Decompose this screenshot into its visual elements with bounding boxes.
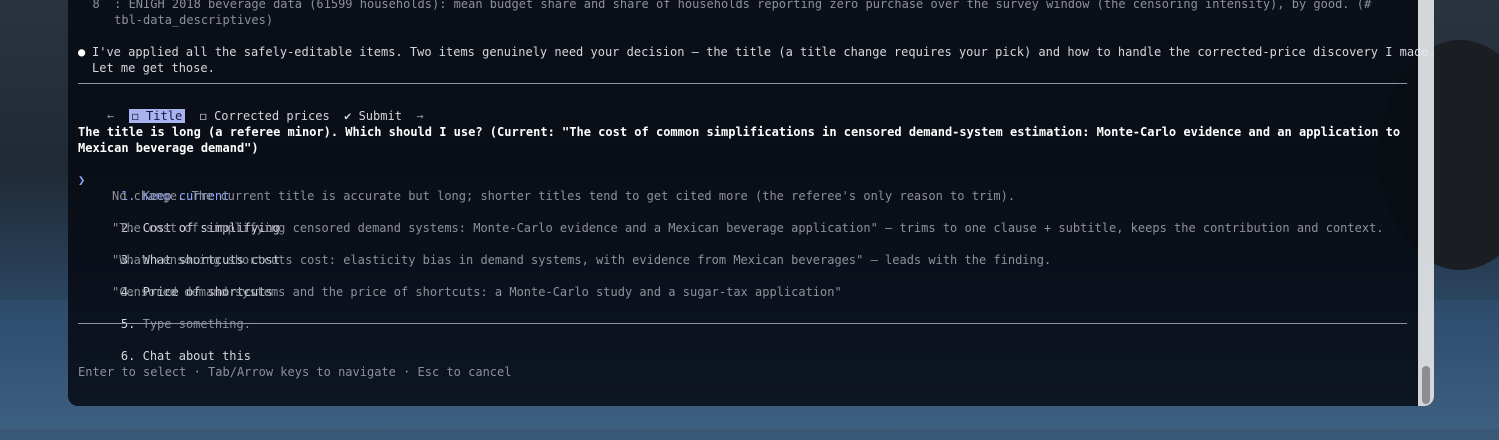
selection-cursor-icon: ❯ (78, 173, 86, 187)
option-title: Chat about this (142, 349, 251, 363)
option-number: 6. (120, 349, 136, 363)
separator-top (78, 83, 1407, 84)
tab-next-arrow-icon[interactable]: → (416, 109, 423, 123)
question-line1: The title is long (a referee minor). Whi… (78, 125, 1401, 139)
message-bullet: ● (78, 45, 86, 59)
transcript-list-item: 8 : ENIGH 2018 beverage data (61599 hous… (78, 0, 1372, 11)
option-description: "The cost of simplifying censored demand… (112, 221, 1384, 235)
transcript-list-item-cont: tbl-data_descriptives) (78, 13, 274, 27)
option-title: Type something. (142, 317, 251, 331)
option-description: No change. The current title is accurate… (112, 189, 1016, 203)
keyboard-hint: Enter to select · Tab/Arrow keys to navi… (78, 365, 512, 379)
terminal-window: 8 : ENIGH 2018 beverage data (61599 hous… (68, 0, 1434, 406)
assistant-message-line1: I've applied all the safely-editable ite… (92, 45, 1434, 59)
option-description: "Censored demand systems and the price o… (112, 285, 842, 299)
option-number: 5. (120, 317, 136, 331)
tab-submit[interactable]: ✔ Submit (344, 109, 402, 123)
scrollbar-thumb[interactable] (1422, 366, 1430, 404)
question-line2: Mexican beverage demand") (78, 141, 259, 155)
tab-title[interactable]: ◻ Title (128, 109, 186, 123)
separator-bottom (78, 323, 1407, 324)
scrollbar[interactable] (1418, 0, 1434, 406)
assistant-message-line2: Let me get those. (92, 61, 215, 75)
tab-corrected-prices[interactable]: ◻ Corrected prices (200, 109, 330, 123)
option-description: "What censoring shortcuts cost: elastici… (112, 253, 1052, 267)
